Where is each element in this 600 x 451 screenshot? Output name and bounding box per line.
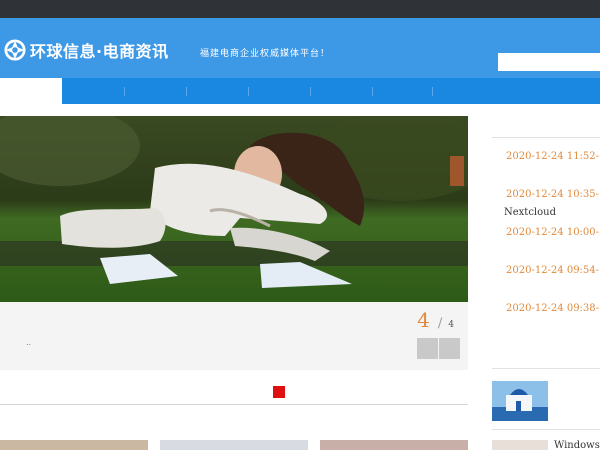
search-input[interactable] bbox=[498, 53, 600, 71]
sidebar-divider bbox=[492, 368, 600, 369]
nav-item-7[interactable] bbox=[372, 78, 432, 104]
article-thumbnail[interactable] bbox=[320, 440, 468, 450]
slider-caption[interactable]: .. bbox=[26, 338, 31, 347]
current-slide: 4 bbox=[417, 308, 430, 332]
nav-item-2[interactable] bbox=[62, 78, 124, 104]
nav-item-home[interactable] bbox=[0, 78, 62, 104]
nav-item-3[interactable] bbox=[124, 78, 186, 104]
sidebar-item-label[interactable]: Windows bbox=[554, 440, 600, 451]
counter-separator: / bbox=[437, 316, 443, 331]
sidebar-divider bbox=[492, 137, 600, 138]
sidebar-thumbnail[interactable] bbox=[492, 381, 548, 421]
site-logo[interactable]: 环球信息·电商资讯 bbox=[4, 38, 169, 62]
site-slogan: 福建电商企业权威媒体平台！ bbox=[200, 49, 331, 59]
nav-divider bbox=[432, 87, 433, 96]
site-header: 环球信息·电商资讯 福建电商企业权威媒体平台！ bbox=[0, 18, 600, 78]
section-divider bbox=[0, 404, 468, 405]
santorini-photo bbox=[492, 381, 548, 421]
next-slide-button[interactable] bbox=[439, 338, 460, 359]
nav-item-6[interactable] bbox=[310, 78, 372, 104]
brand-name: 环球信息·电商资讯 bbox=[30, 42, 169, 61]
news-date[interactable]: 2020-12-24 11:52- bbox=[506, 151, 599, 162]
article-thumbnail[interactable] bbox=[0, 440, 148, 450]
slider-image[interactable] bbox=[0, 116, 468, 302]
sidebar: 2020-12-24 11:52- 2020-12-24 10:35- Next… bbox=[492, 104, 600, 451]
news-title[interactable]: Nextcloud bbox=[504, 207, 556, 218]
sidebar-divider bbox=[492, 429, 600, 430]
news-date[interactable]: 2020-12-24 09:54- bbox=[506, 265, 599, 276]
slide-counter: 4 / 4 bbox=[417, 308, 454, 332]
nav-item-4[interactable] bbox=[186, 78, 248, 104]
main-nav bbox=[0, 78, 600, 104]
top-strip bbox=[0, 0, 600, 18]
slider-caption-bar: .. 4 / 4 bbox=[0, 302, 468, 370]
news-date[interactable]: 2020-12-24 10:35- bbox=[506, 189, 599, 200]
news-date[interactable]: 2020-12-24 09:38- bbox=[506, 303, 599, 314]
total-slides: 4 bbox=[448, 320, 454, 330]
active-slide-indicator[interactable] bbox=[273, 386, 285, 398]
globe-logo-icon bbox=[4, 39, 26, 61]
news-date[interactable]: 2020-12-24 10:00- bbox=[506, 227, 599, 238]
article-thumbnail[interactable] bbox=[160, 440, 308, 450]
slider-photo bbox=[0, 116, 468, 302]
sidebar-thumbnail[interactable] bbox=[492, 440, 548, 450]
slider-indicators bbox=[0, 382, 468, 402]
nav-item-5[interactable] bbox=[248, 78, 310, 104]
prev-slide-button[interactable] bbox=[417, 338, 438, 359]
